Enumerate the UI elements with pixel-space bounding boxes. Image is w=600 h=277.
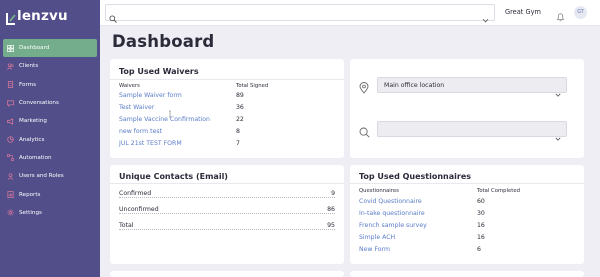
dotted-leader: [119, 228, 335, 230]
location-pin-icon: [359, 79, 369, 94]
sidebar-item-marketing[interactable]: Marketing: [0, 112, 100, 130]
top-bar: Great Gym GT: [100, 0, 600, 26]
chat-icon: [7, 100, 14, 107]
logo-icon: [6, 10, 16, 25]
waiver-count: 22: [236, 116, 244, 123]
waiver-link[interactable]: Sample Waiver form: [119, 92, 182, 99]
column-header: Total Signed: [236, 83, 269, 89]
questionnaire-count: 60: [477, 198, 485, 205]
sidebar-item-label: Analytics: [19, 136, 45, 143]
location-filter-card: [350, 59, 584, 158]
contact-value: 95: [325, 222, 335, 229]
waiver-link[interactable]: new form test: [119, 128, 162, 135]
questionnaire-count: 6: [477, 246, 481, 253]
search-icon: [109, 8, 117, 23]
card-title: Top Used Questionnaires: [359, 172, 472, 181]
contact-label: Total: [119, 222, 136, 229]
sidebar-item-reports[interactable]: Reports: [0, 185, 100, 203]
questionnaire-link[interactable]: French sample survey: [359, 222, 427, 229]
app-logo[interactable]: lenzvu: [6, 8, 68, 25]
sidebar-item-forms[interactable]: Forms: [0, 76, 100, 94]
waiver-count: 7: [236, 140, 240, 147]
sidebar-item-label: Dashboard: [19, 45, 50, 52]
next-card-right: [350, 271, 584, 277]
sidebar-item-label: Marketing: [19, 118, 47, 125]
chevron-down-icon[interactable]: [482, 9, 489, 23]
mouse-cursor-icon: [169, 103, 174, 118]
gear-icon: [7, 209, 14, 216]
sidebar-item-users-and-roles[interactable]: Users and Roles: [0, 167, 100, 185]
contact-row-total: Total 95: [119, 222, 335, 232]
avatar[interactable]: GT: [574, 6, 587, 19]
sidebar-item-label: Conversations: [19, 100, 59, 107]
contact-row-confirmed: Confirmed 9: [119, 190, 335, 200]
automation-icon: [7, 154, 14, 162]
questionnaire-count: 16: [477, 234, 485, 241]
sidebar-nav: Dashboard Clients Forms Conversations Ma…: [0, 39, 100, 222]
card-title: Top Used Waivers: [119, 67, 199, 76]
search-input[interactable]: [105, 4, 495, 23]
contact-row-unconfirmed: Unconfirmed 86: [119, 206, 335, 216]
divider: [110, 183, 344, 184]
search-select[interactable]: [377, 121, 567, 141]
sidebar-item-automation[interactable]: Automation: [0, 149, 100, 167]
waiver-count: 8: [236, 128, 240, 135]
sidebar-item-conversations[interactable]: Conversations: [0, 94, 100, 112]
organization-name[interactable]: Great Gym: [505, 8, 541, 16]
chevron-down-icon: [555, 127, 561, 141]
sidebar-item-label: Forms: [19, 81, 37, 88]
contact-label: Unconfirmed: [119, 206, 161, 213]
sidebar-item-clients[interactable]: Clients: [0, 57, 100, 75]
user-roles-icon: [7, 173, 14, 180]
column-header: Waivers: [119, 83, 140, 89]
bell-icon[interactable]: [556, 7, 565, 22]
waiver-count: 89: [236, 92, 244, 99]
sidebar-item-label: Users and Roles: [19, 173, 64, 180]
sidebar-item-analytics[interactable]: Analytics: [0, 130, 100, 148]
sidebar-item-settings[interactable]: Settings: [0, 204, 100, 222]
questionnaire-link[interactable]: New Form: [359, 246, 390, 253]
card-title: Unique Contacts (Email): [119, 172, 228, 181]
sidebar-item-dashboard[interactable]: Dashboard: [3, 39, 97, 58]
divider: [350, 183, 584, 184]
contact-label: Confirmed: [119, 190, 154, 197]
logo-text: lenzvu: [17, 8, 68, 24]
sidebar-item-label: Clients: [19, 63, 39, 70]
questionnaire-count: 16: [477, 222, 485, 229]
document-icon: [7, 81, 14, 89]
contact-value: 9: [329, 190, 335, 197]
chevron-down-icon: [555, 83, 561, 97]
page-title: Dashboard: [112, 32, 215, 51]
next-card-left: [110, 271, 344, 277]
users-icon: [7, 63, 14, 70]
location-select-value: Main office location: [384, 82, 445, 89]
chart-icon: [7, 136, 14, 143]
sidebar: lenzvu Dashboard Clients Forms Conversat…: [0, 0, 100, 277]
location-select[interactable]: Main office location: [377, 77, 567, 97]
report-icon: [7, 191, 14, 198]
divider: [110, 79, 344, 80]
grid-icon: [7, 44, 14, 52]
sidebar-item-label: Reports: [19, 191, 41, 198]
sidebar-item-label: Automation: [19, 154, 52, 161]
questionnaire-link[interactable]: Covid Questionnaire: [359, 198, 422, 205]
contact-value: 86: [325, 206, 335, 213]
search-icon: [359, 123, 370, 138]
waiver-link[interactable]: JUL 21st TEST FORM: [119, 140, 182, 147]
megaphone-icon: [7, 118, 14, 125]
column-header: Total Completed: [477, 188, 520, 194]
questionnaire-link[interactable]: Simple ACH: [359, 234, 395, 241]
questionnaire-count: 30: [477, 210, 485, 217]
questionnaire-link[interactable]: In-take questionnaire: [359, 210, 425, 217]
sidebar-item-label: Settings: [19, 209, 42, 216]
column-header: Questionnaires: [359, 188, 399, 194]
waiver-count: 36: [236, 104, 244, 111]
waiver-link[interactable]: Test Waiver: [119, 104, 154, 111]
waiver-link[interactable]: Sample Vaccine Confirmation: [119, 116, 210, 123]
